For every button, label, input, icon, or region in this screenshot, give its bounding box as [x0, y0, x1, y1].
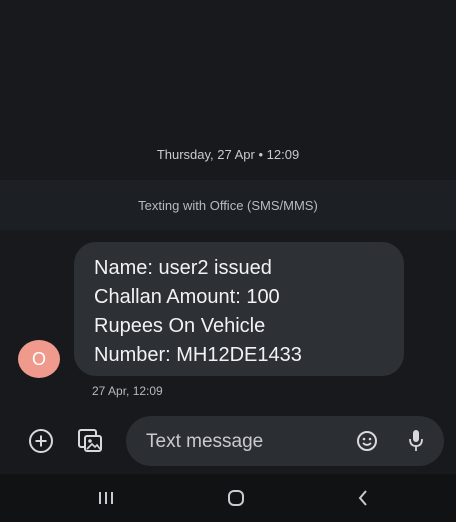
emoji-icon[interactable] [356, 430, 378, 452]
message-input[interactable] [144, 428, 348, 456]
home-icon[interactable] [226, 488, 246, 508]
message-timestamp: 27 Apr, 12:09 [92, 384, 163, 398]
microphone-icon[interactable] [408, 428, 424, 454]
message-input-container [126, 416, 444, 466]
avatar[interactable]: O [18, 340, 60, 378]
info-banner: Texting with Office (SMS/MMS) [0, 180, 456, 230]
recents-icon[interactable] [96, 490, 116, 506]
message-bubble[interactable]: Name: user2 issued Challan Amount: 100 R… [74, 242, 404, 376]
gallery-icon[interactable] [76, 426, 104, 454]
system-navigation-bar [0, 474, 456, 522]
date-header: Thursday, 27 Apr • 12:09 [156, 147, 300, 162]
add-circle-icon[interactable] [28, 428, 54, 454]
message-text: Name: user2 issued Challan Amount: 100 R… [94, 257, 302, 366]
messages-screen: Thursday, 27 Apr • 12:09 Texting with Of… [0, 0, 456, 522]
info-banner-text: Texting with Office (SMS/MMS) [138, 198, 318, 213]
back-icon[interactable] [356, 488, 370, 508]
composer-bar [0, 412, 456, 470]
